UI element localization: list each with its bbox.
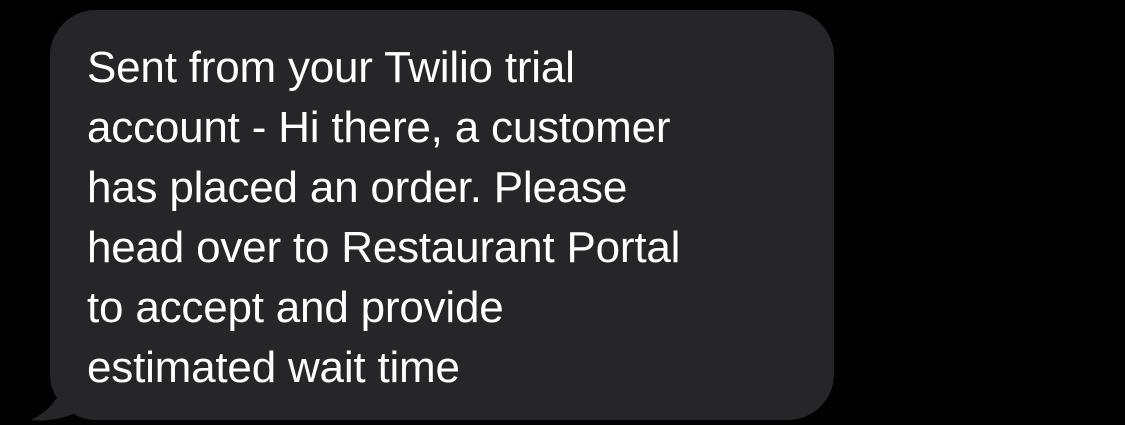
- message-thread: Sent from your Twilio trial account - Hi…: [0, 0, 1125, 425]
- incoming-message-bubble[interactable]: Sent from your Twilio trial account - Hi…: [50, 10, 834, 420]
- message-line: has placed an order. Please: [87, 163, 628, 212]
- message-line: Sent from your Twilio trial: [87, 43, 575, 92]
- message-line: estimated wait time: [87, 343, 460, 392]
- message-text: Sent from your Twilio trial account - Hi…: [87, 38, 804, 398]
- message-line: account - Hi there, a customer: [87, 103, 671, 152]
- message-line: head over to Restaurant Portal: [87, 223, 681, 272]
- message-line: to accept and provide: [87, 283, 504, 332]
